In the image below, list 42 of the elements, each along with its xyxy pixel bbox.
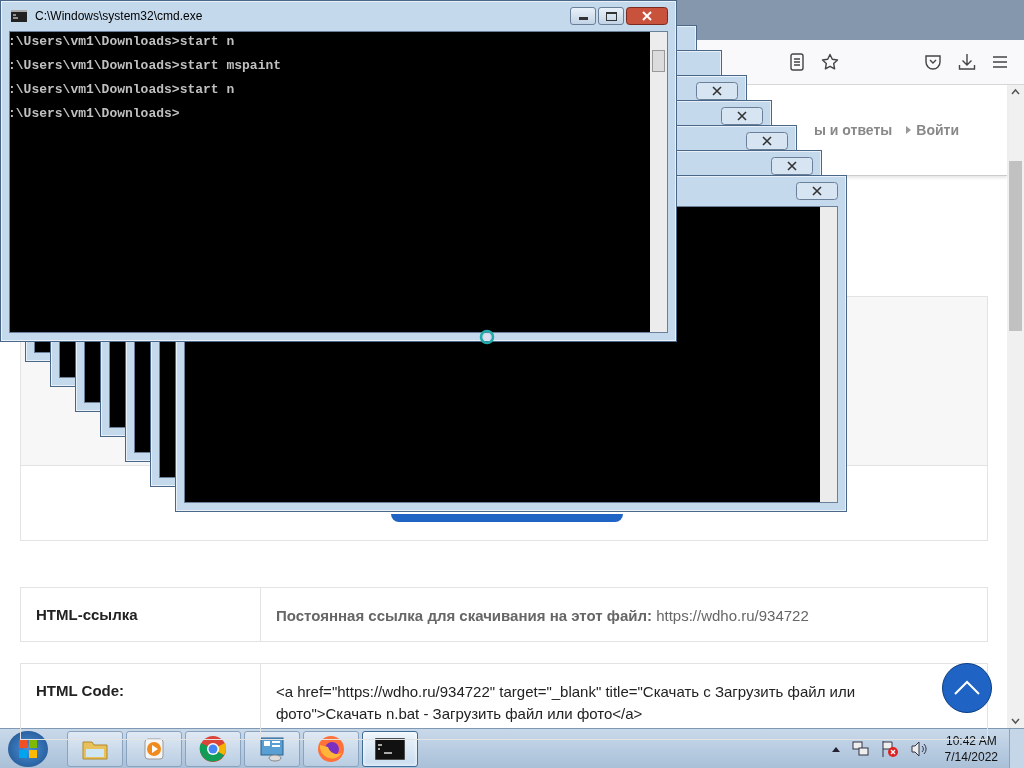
play-icon	[141, 735, 167, 762]
menu-icon[interactable]	[992, 55, 1008, 69]
scroll-thumb[interactable]	[1009, 161, 1022, 331]
console-line: :\Users\vm1\Downloads>	[10, 105, 181, 123]
network-icon[interactable]	[851, 739, 870, 758]
row-value: <a href="https://wdho.ru/934722" target="_blank" title="Скачать с Загрузить файл или фото">Скачать n.bat - Загрузить файл или фото</a>	[275, 682, 857, 724]
start-button[interactable]	[8, 730, 48, 767]
login-link[interactable]: Войти	[906, 122, 959, 138]
minimize-button[interactable]	[570, 7, 596, 25]
console-icon	[11, 10, 27, 22]
clock-date: 7/14/2022	[944, 748, 998, 765]
console-scrollbar[interactable]	[820, 207, 837, 502]
console-line: :\Users\vm1\Downloads>start n	[10, 33, 236, 51]
console-line: :\Users\vm1\Downloads>start mspaint	[10, 57, 283, 75]
chrome-icon	[199, 734, 227, 763]
pocket-icon[interactable]	[924, 54, 942, 70]
reader-view-icon[interactable]	[789, 53, 805, 71]
speaker-icon[interactable]	[909, 739, 928, 758]
scroll-to-top-button[interactable]	[942, 663, 992, 713]
chevron-up-icon	[953, 680, 981, 696]
flag-error-icon[interactable]	[880, 739, 899, 758]
star-icon[interactable]	[821, 53, 839, 71]
maximize-button[interactable]	[598, 7, 624, 25]
row-label: HTML-ссылка	[21, 588, 261, 641]
row-value: Постоянная ссылка для скачивания на этот файл: https://wdho.ru/934722	[275, 606, 810, 626]
windows-logo-icon	[18, 738, 38, 759]
firefox-icon	[317, 734, 345, 763]
close-button[interactable]	[626, 7, 668, 25]
window-title: C:\Windows\system32\cmd.exe	[35, 9, 203, 23]
download-icon[interactable]	[958, 53, 976, 71]
close-button[interactable]	[721, 107, 763, 125]
console-scrollbar[interactable]	[650, 32, 667, 332]
close-button[interactable]	[796, 182, 838, 200]
close-button[interactable]	[696, 82, 738, 100]
console-line: :\Users\vm1\Downloads>start n	[10, 81, 236, 99]
nav-link[interactable]: ы и ответы	[814, 122, 893, 138]
busy-cursor-icon	[479, 329, 495, 345]
triangle-icon	[906, 126, 912, 134]
close-button[interactable]	[746, 132, 788, 150]
close-button[interactable]	[771, 157, 813, 175]
taskbar-button[interactable]	[362, 730, 418, 767]
scrollbar[interactable]	[1007, 85, 1024, 728]
